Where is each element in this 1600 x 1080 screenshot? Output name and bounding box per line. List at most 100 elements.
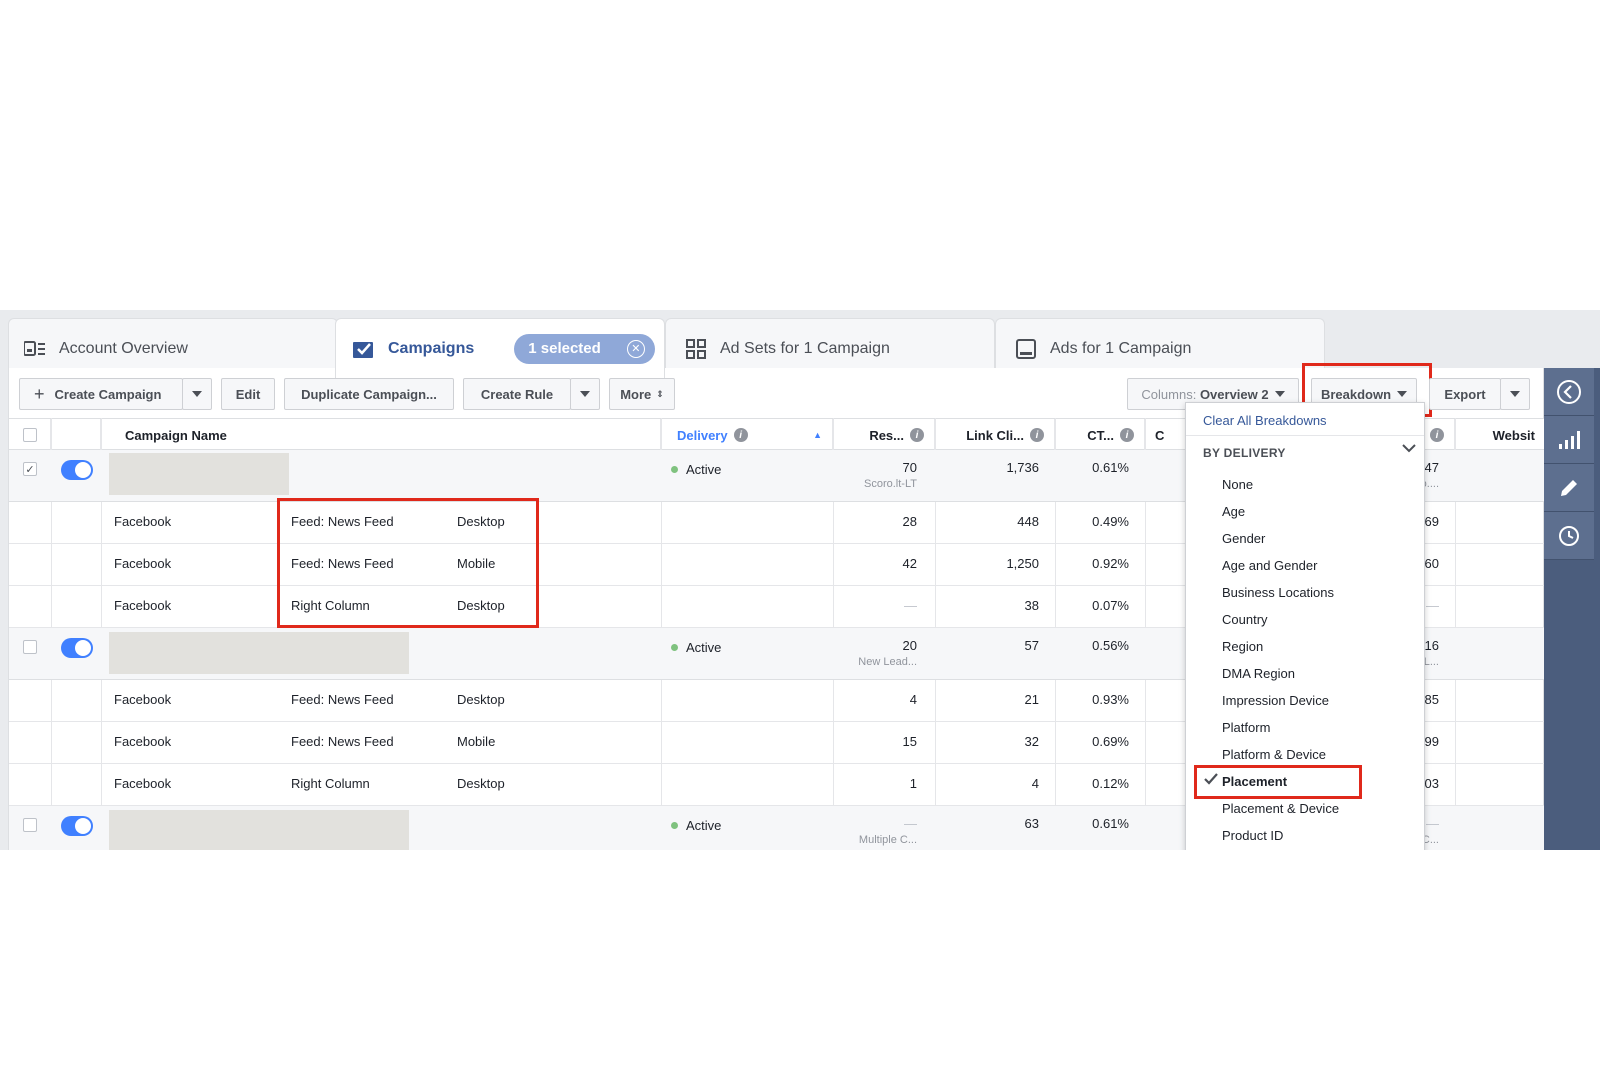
clear-selection-icon[interactable]: ✕ (626, 339, 645, 358)
info-icon[interactable]: i (1030, 428, 1044, 442)
ctr-value: 0.07% (1092, 598, 1129, 613)
create-rule-dropdown-button[interactable] (570, 378, 600, 410)
breakdown-option[interactable]: Placement & Device (1222, 801, 1339, 816)
by-delivery-section-title[interactable]: BY DELIVERY (1203, 446, 1286, 460)
row-checkbox[interactable] (23, 818, 37, 832)
chevron-down-icon[interactable] (1402, 441, 1416, 458)
breakdown-dropdown-menu: Clear All Breakdowns BY DELIVERY None Ag… (1185, 402, 1425, 850)
placement-value: Right Column (291, 598, 370, 613)
cost-value: — (1426, 816, 1439, 831)
link-clicks-value: 1,250 (1006, 556, 1039, 571)
ads-icon (1014, 338, 1038, 359)
link-clicks-value: 1,736 (1006, 460, 1039, 475)
create-campaign-label: Create Campaign (54, 386, 162, 402)
results-subtext: Scoro.lt-LT (864, 478, 917, 490)
info-icon[interactable]: i (733, 428, 748, 442)
collapse-panel-button[interactable] (1544, 368, 1594, 416)
create-rule-label: Create Rule (480, 386, 554, 402)
results-value: 1 (909, 776, 917, 791)
link-clicks-value: 38 (1024, 598, 1039, 613)
edit-button[interactable]: Edit (221, 378, 275, 410)
platform-value: Facebook (114, 776, 172, 791)
tab-label: Account Overview (59, 339, 188, 357)
create-campaign-button[interactable]: + Create Campaign (19, 378, 183, 410)
breakdown-option[interactable]: Region (1222, 639, 1263, 654)
campaign-name-redacted[interactable] (109, 810, 409, 850)
plus-icon: + (34, 383, 45, 404)
device-value: Mobile (457, 556, 496, 571)
tab-campaigns[interactable]: Campaigns 1 selected ✕ (335, 318, 665, 378)
breakdown-option[interactable]: Platform (1222, 720, 1270, 735)
info-icon[interactable]: i (910, 428, 924, 442)
ctr-value: 0.69% (1092, 734, 1129, 749)
row-checkbox[interactable] (23, 640, 37, 654)
ctr-value: 0.93% (1092, 692, 1129, 707)
tab-label: Ads for 1 Campaign (1050, 339, 1192, 357)
delivery-status-label: Active (686, 640, 722, 655)
breakdown-option-selected[interactable]: Placement (1222, 774, 1287, 789)
results-value: 20 (902, 638, 917, 653)
campaign-toggle[interactable] (61, 460, 93, 480)
edit-panel-button[interactable] (1544, 464, 1594, 512)
website-header-label: Websit (1492, 427, 1535, 443)
breakdown-option[interactable]: Platform & Device (1222, 747, 1326, 762)
create-campaign-dropdown-button[interactable] (182, 378, 212, 410)
dropdown-divider (1186, 435, 1424, 436)
campaign-name-redacted[interactable] (109, 453, 289, 495)
ctr-header-label: CT... (1087, 427, 1114, 443)
campaign-name-header-label: Campaign Name (125, 427, 227, 443)
ctr-value: 0.92% (1092, 556, 1129, 571)
placement-value: Feed: News Feed (291, 692, 394, 707)
clear-all-breakdowns-link[interactable]: Clear All Breakdowns (1203, 413, 1327, 428)
create-rule-button[interactable]: Create Rule (463, 378, 571, 410)
active-status-dot (671, 644, 678, 651)
breakdown-option[interactable]: DMA Region (1222, 666, 1295, 681)
selected-count-pill[interactable]: 1 selected ✕ (514, 333, 655, 364)
ad-sets-grid-icon (684, 338, 708, 359)
breakdown-option[interactable]: Gender (1222, 531, 1265, 546)
select-all-cell (9, 419, 51, 451)
tab-label: Ad Sets for 1 Campaign (720, 339, 890, 357)
export-label: Export (1444, 386, 1486, 402)
account-overview-icon (23, 339, 47, 359)
more-button[interactable]: More ⇕ (609, 378, 675, 410)
campaign-toggle[interactable] (61, 638, 93, 658)
campaign-toggle[interactable] (61, 816, 93, 836)
device-value: Desktop (457, 776, 505, 791)
delivery-header[interactable]: Delivery i ▲ (661, 419, 833, 451)
breakdown-option[interactable]: Country (1222, 612, 1268, 627)
row-checkbox-checked[interactable]: ✓ (23, 462, 37, 476)
tab-label: Campaigns (388, 339, 475, 357)
breakdown-option[interactable]: Age (1222, 504, 1245, 519)
results-header-label: Res... (869, 427, 904, 443)
export-dropdown-button[interactable] (1500, 378, 1530, 410)
history-button[interactable] (1544, 512, 1594, 560)
delivery-status-label: Active (686, 462, 722, 477)
results-header[interactable]: Res... i (833, 419, 935, 451)
website-header[interactable]: Websit (1455, 419, 1545, 451)
info-icon[interactable]: i (1120, 428, 1134, 442)
insights-button[interactable] (1544, 416, 1594, 464)
campaign-name-header[interactable]: Campaign Name (101, 419, 661, 451)
caret-down-icon (1397, 391, 1408, 397)
duplicate-campaign-button[interactable]: Duplicate Campaign... (284, 378, 454, 410)
right-sidebar (1544, 368, 1600, 850)
breakdown-option[interactable]: Impression Device (1222, 693, 1329, 708)
breakdown-option[interactable]: None (1222, 477, 1253, 492)
results-value: 70 (902, 460, 917, 475)
link-clicks-header[interactable]: Link Cli... i (935, 419, 1055, 451)
columns-value: Overview 2 (1199, 386, 1269, 402)
breakdown-option[interactable]: Product ID (1222, 828, 1283, 843)
ctr-header[interactable]: CT... i (1055, 419, 1145, 451)
export-button[interactable]: Export (1429, 378, 1501, 410)
ctr-value: 0.61% (1092, 816, 1129, 831)
results-subtext: New Lead... (858, 656, 917, 668)
breakdown-option[interactable]: Age and Gender (1222, 558, 1317, 573)
info-icon[interactable]: i (1430, 428, 1444, 442)
results-value: 42 (902, 556, 917, 571)
bar-chart-icon (1559, 430, 1580, 449)
select-all-checkbox[interactable] (22, 428, 37, 442)
caret-down-icon (192, 391, 202, 397)
breakdown-option[interactable]: Business Locations (1222, 585, 1334, 600)
campaign-name-redacted[interactable] (109, 632, 409, 674)
